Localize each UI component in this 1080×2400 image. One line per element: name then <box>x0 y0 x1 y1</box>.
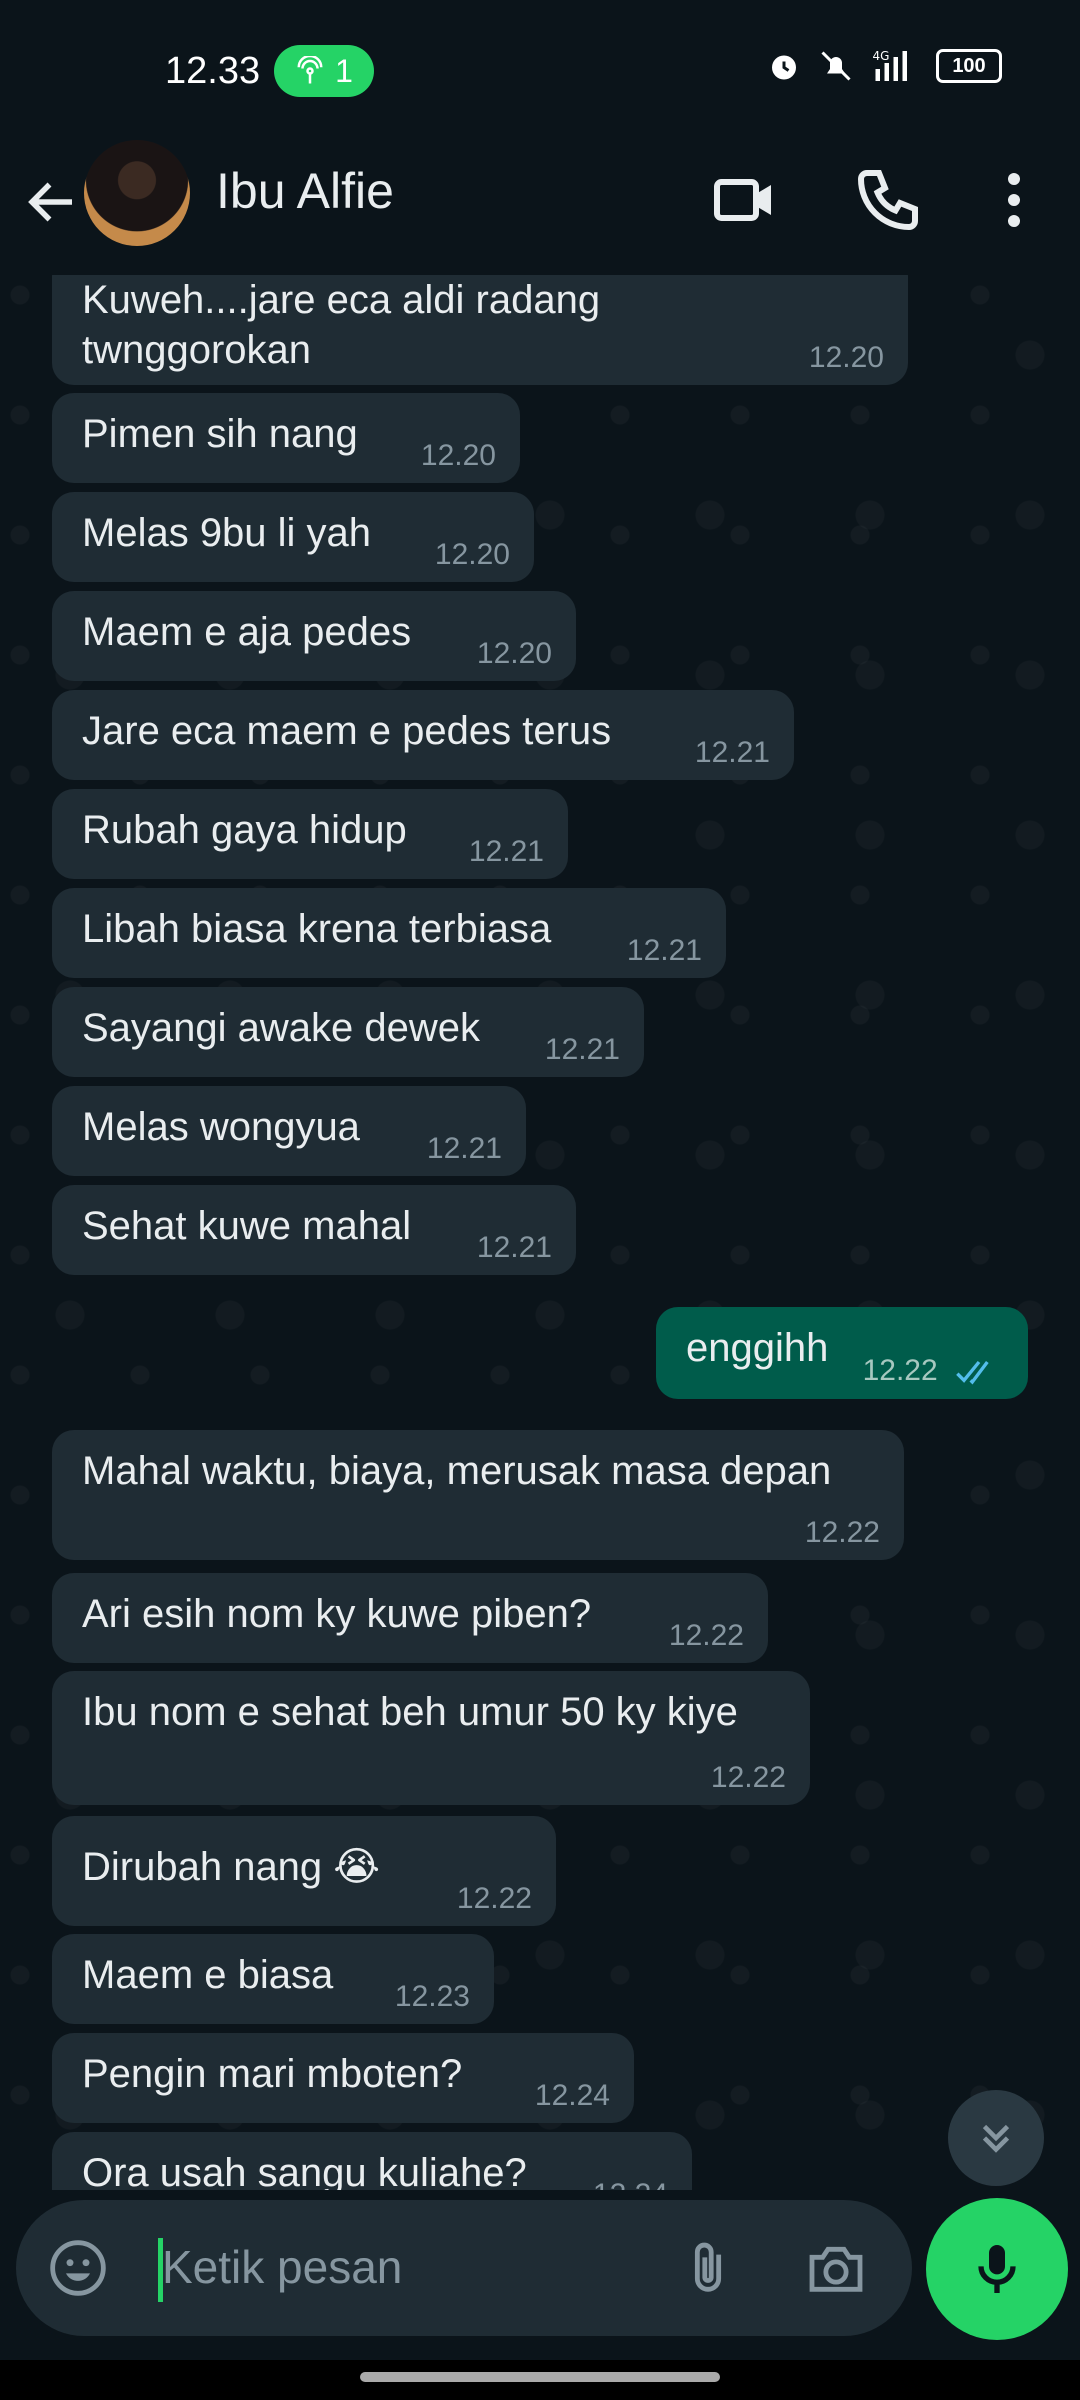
chat-header: Ibu Alfie <box>0 140 1080 275</box>
message-time: 12.21 <box>468 835 544 868</box>
hotspot-icon <box>297 56 323 84</box>
message-text: enggihh <box>686 1326 829 1370</box>
message-text: Ari esih nom ky kuwe piben? <box>82 1592 592 1636</box>
more-options-icon[interactable] <box>978 164 1050 236</box>
message-time: 12.21 <box>476 1231 552 1264</box>
message-time: 12.21 <box>426 1132 502 1165</box>
message-bubble[interactable]: Maem e aja pedes 12.20 <box>52 591 576 681</box>
emoji-icon[interactable] <box>46 2236 110 2300</box>
message-time: 12.23 <box>394 1980 470 2013</box>
voice-message-button[interactable] <box>926 2198 1068 2340</box>
message-time: 12.20 <box>434 538 510 571</box>
message-text: Sehat kuwe mahal <box>82 1204 412 1248</box>
attach-icon[interactable] <box>676 2236 740 2300</box>
message-time: 12.22 <box>804 1516 880 1549</box>
voice-call-icon[interactable] <box>852 164 924 236</box>
hotspot-count: 1 <box>335 52 353 89</box>
message-bubble[interactable]: Ari esih nom ky kuwe piben? 12.22 <box>52 1573 768 1663</box>
mute-icon <box>821 51 851 81</box>
message-bubble[interactable]: Ibu nom e sehat beh umur 50 ky kiye 12.2… <box>52 1671 810 1805</box>
gesture-handle[interactable] <box>360 2372 720 2382</box>
message-bubble[interactable]: Ora usah sangu kuliahe? 12.24 <box>52 2132 692 2190</box>
message-text: Ora usah sangu kuliahe? <box>82 2151 527 2190</box>
message-bubble[interactable]: Mahal waktu, biaya, merusak masa depan 1… <box>52 1430 904 1560</box>
message-bubble[interactable]: Jare eca maem e pedes terus 12.21 <box>52 690 794 780</box>
message-time: 12.24 <box>534 2079 610 2112</box>
chat-area[interactable]: Kuweh....jare eca aldi radang twnggoroka… <box>0 275 1080 2190</box>
status-time: 12.33 <box>165 50 261 92</box>
message-text: Sayangi awake dewek <box>82 1006 481 1050</box>
message-text: Pimen sih nang <box>82 412 358 456</box>
message-text: Rubah gaya hidup <box>82 808 407 852</box>
message-bubble[interactable]: Rubah gaya hidup 12.21 <box>52 789 568 879</box>
hotspot-badge: 1 <box>274 45 374 97</box>
message-bubble[interactable]: Melas 9bu li yah 12.20 <box>52 492 534 582</box>
message-text: Dirubah nang 😭 <box>82 1845 381 1889</box>
battery-level: 100 <box>952 54 986 77</box>
message-input[interactable]: Ketik pesan <box>16 2200 912 2336</box>
scroll-to-bottom-button[interactable] <box>948 2090 1044 2186</box>
message-time: 12.24 <box>593 2180 668 2191</box>
message-bubble[interactable]: Dirubah nang 😭 12.22 <box>52 1816 556 1926</box>
system-nav-bar <box>0 2360 1080 2400</box>
message-text: Pengin mari mboten? <box>82 2052 463 2096</box>
message-input-placeholder: Ketik pesan <box>162 2241 403 2293</box>
message-text: Ibu nom e sehat beh umur 50 ky kiye <box>82 1690 738 1734</box>
message-time: 12.21 <box>694 736 770 769</box>
message-text: Maem e aja pedes <box>82 610 412 654</box>
message-bubble-outgoing[interactable]: enggihh 12.22 <box>656 1307 1028 1399</box>
chevrons-down-icon <box>982 2124 1010 2153</box>
avatar[interactable] <box>84 140 190 246</box>
microphone-icon <box>978 2245 1016 2293</box>
battery-icon: 100 <box>936 49 1002 83</box>
status-icons: 4G 100 <box>766 48 1002 84</box>
signal-icon: 4G <box>873 49 907 81</box>
message-text: Kuweh....jare eca aldi radang twnggoroka… <box>82 278 601 372</box>
message-time: 12.20 <box>420 439 496 472</box>
message-text: Libah biasa krena terbiasa <box>82 907 552 951</box>
message-time: 12.22 <box>862 1353 938 1387</box>
video-call-icon[interactable] <box>708 164 780 236</box>
message-bubble[interactable]: Kuweh....jare eca aldi radang twnggoroka… <box>52 275 908 385</box>
message-bubble[interactable]: Libah biasa krena terbiasa 12.21 <box>52 888 726 978</box>
network-type: 4G <box>873 49 890 63</box>
alarm-icon <box>772 55 796 80</box>
message-text: Mahal waktu, biaya, merusak masa depan <box>82 1449 832 1493</box>
status-bar: 12.33 1 4G 100 <box>0 0 1080 140</box>
message-time: 12.21 <box>626 934 702 967</box>
message-time: 12.21 <box>544 1033 620 1066</box>
message-bubble[interactable]: Pimen sih nang 12.20 <box>52 393 520 483</box>
message-time: 12.22 <box>456 1882 532 1915</box>
double-check-icon <box>956 1360 989 1385</box>
compose-bar: Ketik pesan <box>0 2190 1080 2360</box>
message-meta: 12.22 <box>862 1353 1004 1387</box>
message-bubble[interactable]: Melas wongyua 12.21 <box>52 1086 526 1176</box>
message-time: 12.20 <box>476 637 552 670</box>
message-bubble[interactable]: Sehat kuwe mahal 12.21 <box>52 1185 576 1275</box>
message-bubble[interactable]: Pengin mari mboten? 12.24 <box>52 2033 634 2123</box>
back-arrow-icon[interactable] <box>22 172 82 232</box>
contact-name[interactable]: Ibu Alfie <box>216 162 394 220</box>
message-text: Maem e biasa <box>82 1953 334 1997</box>
message-text: Jare eca maem e pedes terus <box>82 709 612 753</box>
message-time: 12.22 <box>668 1619 744 1652</box>
message-bubble[interactable]: Sayangi awake dewek 12.21 <box>52 987 644 1077</box>
message-text: Melas 9bu li yah <box>82 511 372 555</box>
message-bubble[interactable]: Maem e biasa 12.23 <box>52 1934 494 2024</box>
camera-icon[interactable] <box>804 2236 868 2300</box>
message-time: 12.22 <box>710 1761 786 1794</box>
message-time: 12.20 <box>808 341 884 374</box>
message-text: Melas wongyua <box>82 1105 360 1149</box>
